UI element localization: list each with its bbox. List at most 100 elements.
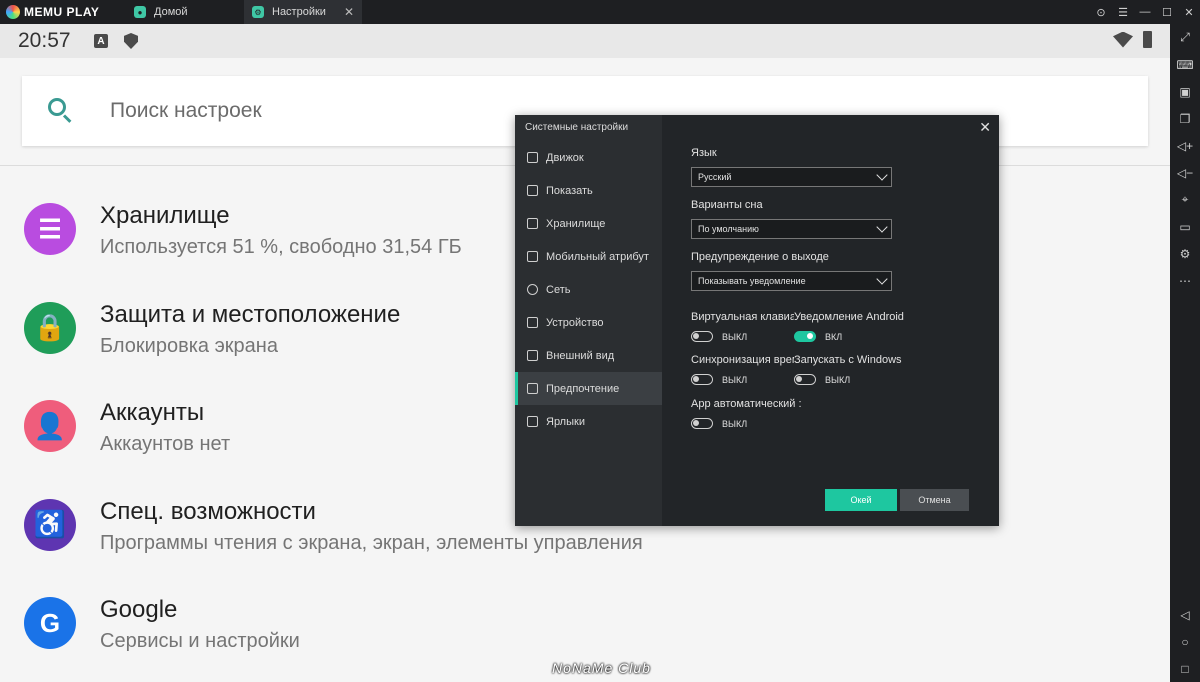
tab-home-label: Домой bbox=[154, 6, 188, 18]
android-notification-toggle[interactable] bbox=[794, 331, 816, 342]
wifi-icon bbox=[1113, 31, 1133, 48]
language-label: Язык bbox=[691, 147, 717, 159]
setting-subtitle: Используется 51 %, свободно 31,54 ГБ bbox=[100, 236, 462, 258]
more-icon[interactable]: ⋯ bbox=[1170, 267, 1200, 294]
language-select[interactable]: Русский bbox=[691, 167, 892, 187]
virtual-keyboard-toggle[interactable] bbox=[691, 331, 713, 342]
status-bar: 20:57 A bbox=[0, 24, 1170, 58]
dialog-nav: Движок Показать Хранилище Мобильный атри… bbox=[515, 141, 662, 438]
time-sync-toggle-group: ВЫКЛ bbox=[691, 374, 747, 385]
nav-item-storage[interactable]: Хранилище bbox=[515, 207, 662, 240]
keyboard-nav-icon bbox=[527, 416, 538, 427]
setting-google[interactable]: G Google Сервисы и настройки bbox=[0, 568, 1170, 667]
search-input[interactable]: Поиск настроек bbox=[110, 99, 262, 123]
setting-subtitle: Аккаунтов нет bbox=[100, 433, 231, 455]
nav-label: Хранилище bbox=[546, 217, 606, 230]
exit-warning-select[interactable]: Показывать уведомление bbox=[691, 271, 892, 291]
maximize-button[interactable]: ☐ bbox=[1156, 6, 1178, 19]
tab-home[interactable]: ● Домой bbox=[126, 0, 244, 24]
nav-label: Показать bbox=[546, 184, 593, 197]
nav-label: Внешний вид bbox=[546, 349, 615, 362]
chevron-down-icon bbox=[876, 221, 888, 233]
time-sync-label: Синхронизация врем bbox=[691, 354, 794, 366]
nav-item-network[interactable]: Сеть bbox=[515, 273, 662, 306]
nav-item-appearance[interactable]: Внешний вид bbox=[515, 339, 662, 372]
back-icon[interactable]: ◁ bbox=[1170, 601, 1200, 628]
nav-item-shortcuts[interactable]: Ярлыки bbox=[515, 405, 662, 438]
title-bar: MEMU PLAY ● Домой ⚙ Настройки ✕ ⊙ ☰ — ☐ … bbox=[0, 0, 1200, 24]
volume-down-icon[interactable]: ◁− bbox=[1170, 159, 1200, 186]
apk-icon[interactable]: ▣ bbox=[1170, 78, 1200, 105]
virtual-keyboard-label: Виртуальная клавиат bbox=[691, 311, 794, 323]
tab-settings-label: Настройки bbox=[272, 6, 326, 18]
nav-item-mobile-attribute[interactable]: Мобильный атрибут bbox=[515, 240, 662, 273]
globe-icon bbox=[527, 284, 538, 295]
display-icon bbox=[527, 185, 538, 196]
watermark: NoNaMe Club bbox=[552, 660, 651, 676]
chevron-down-icon bbox=[876, 169, 888, 181]
setting-subtitle: Сервисы и настройки bbox=[100, 630, 300, 652]
memu-logo: MEMU PLAY bbox=[0, 5, 126, 19]
nav-label: Мобильный атрибут bbox=[546, 250, 649, 263]
a-notification-icon: A bbox=[94, 34, 108, 48]
toggle-state: ВКЛ bbox=[825, 331, 843, 342]
home-icon[interactable]: ○ bbox=[1170, 628, 1200, 655]
volume-up-icon[interactable]: ◁+ bbox=[1170, 132, 1200, 159]
sleep-select[interactable]: По умолчанию bbox=[691, 219, 892, 239]
language-value: Русский bbox=[698, 172, 732, 182]
settings-gear-icon[interactable]: ⚙ bbox=[1170, 240, 1200, 267]
dialog-title: Системные настройки bbox=[525, 122, 629, 133]
app-auto-toggle-group: ВЫКЛ bbox=[691, 418, 747, 429]
nav-item-display[interactable]: Показать bbox=[515, 174, 662, 207]
battery-icon bbox=[1143, 31, 1152, 48]
tab-close-icon[interactable]: ✕ bbox=[344, 5, 354, 19]
recents-icon[interactable]: □ bbox=[1170, 655, 1200, 682]
dialog-close-icon[interactable]: ✕ bbox=[979, 119, 991, 136]
android-notification-toggle-group: ВКЛ bbox=[794, 331, 842, 342]
shield-icon bbox=[124, 33, 138, 49]
emulator-toolbar: ⤢ ⌨ ▣ ❐ ◁+ ◁− ⌖ ▭ ⚙ ⋯ ◁ ○ □ bbox=[1170, 24, 1200, 682]
keyboard-icon[interactable]: ⌨ bbox=[1170, 51, 1200, 78]
status-right bbox=[1113, 31, 1152, 48]
google-icon: G bbox=[24, 597, 76, 649]
memu-logo-icon bbox=[6, 5, 20, 19]
multi-window-icon[interactable]: ❐ bbox=[1170, 105, 1200, 132]
app-auto-toggle[interactable] bbox=[691, 418, 713, 429]
setting-title: Защита и местоположение bbox=[100, 300, 401, 328]
home-tab-icon: ● bbox=[134, 6, 146, 18]
nav-label: Ярлыки bbox=[546, 415, 585, 428]
system-settings-dialog: Системные настройки Движок Показать Хран… bbox=[515, 115, 999, 526]
location-icon[interactable]: ⌖ bbox=[1170, 186, 1200, 213]
account-icon[interactable]: ⊙ bbox=[1090, 6, 1112, 19]
nav-item-engine[interactable]: Движок bbox=[515, 141, 662, 174]
account-icon: 👤 bbox=[24, 400, 76, 452]
toggle-state: ВЫКЛ bbox=[722, 331, 748, 342]
tab-settings[interactable]: ⚙ Настройки ✕ bbox=[244, 0, 362, 24]
gear-tab-icon: ⚙ bbox=[252, 6, 264, 18]
sleep-label: Варианты сна bbox=[691, 199, 763, 211]
fullscreen-icon[interactable]: ⤢ bbox=[1170, 24, 1200, 51]
folder-icon[interactable]: ▭ bbox=[1170, 213, 1200, 240]
clock: 20:57 bbox=[18, 29, 71, 52]
cancel-button[interactable]: Отмена bbox=[900, 489, 969, 511]
android-notification-label: Уведомление Android bbox=[794, 311, 904, 323]
menu-icon[interactable]: ☰ bbox=[1112, 6, 1134, 19]
time-sync-toggle[interactable] bbox=[691, 374, 713, 385]
toggle-state: ВЫКЛ bbox=[722, 374, 748, 385]
sleep-value: По умолчанию bbox=[698, 224, 759, 234]
dialog-sidebar: Системные настройки Движок Показать Хран… bbox=[515, 115, 662, 526]
minimize-button[interactable]: — bbox=[1134, 6, 1156, 18]
ok-button[interactable]: Окей bbox=[825, 489, 897, 511]
engine-icon bbox=[527, 152, 538, 163]
start-windows-toggle[interactable] bbox=[794, 374, 816, 385]
app-auto-label: App автоматический : bbox=[691, 398, 802, 410]
wrench-icon bbox=[527, 383, 538, 394]
close-button[interactable]: ✕ bbox=[1178, 6, 1200, 19]
tag-icon bbox=[527, 251, 538, 262]
device-icon bbox=[527, 317, 538, 328]
nav-item-preference[interactable]: Предпочтение bbox=[515, 372, 662, 405]
nav-label: Устройство bbox=[546, 316, 604, 329]
accessibility-icon: ♿ bbox=[24, 498, 76, 551]
nav-item-device[interactable]: Устройство bbox=[515, 306, 662, 339]
virtual-keyboard-toggle-group: ВЫКЛ bbox=[691, 331, 747, 342]
